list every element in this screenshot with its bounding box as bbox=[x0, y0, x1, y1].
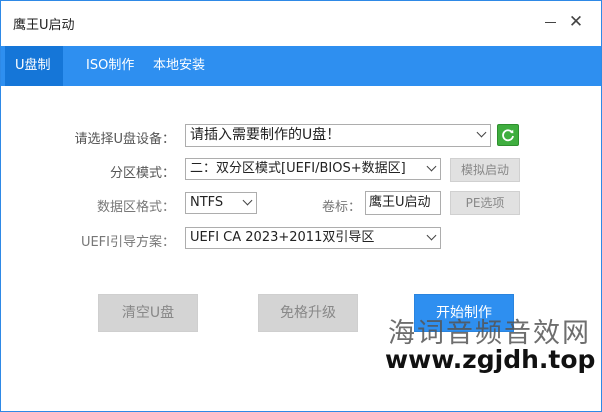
volume-label: 卷标： bbox=[321, 200, 361, 215]
clear-usb-button[interactable]: 清空U盘 bbox=[98, 294, 198, 332]
device-label: 请选择U盘设备： bbox=[74, 132, 175, 147]
uefi-label: UEFI引导方案： bbox=[80, 235, 175, 250]
refresh-button[interactable] bbox=[497, 124, 519, 146]
partition-select-value: 二：双分区模式[UEFI/BIOS+数据区] bbox=[190, 161, 406, 176]
app-window: 鹰王U启动 ✕ U盘制作 ISO制作 本地安装 请选择U盘设备： 请插入需要制作… bbox=[0, 0, 602, 412]
format-select-value: NTFS bbox=[190, 195, 224, 210]
chevron-down-icon bbox=[426, 230, 437, 241]
minimize-button[interactable] bbox=[539, 11, 561, 33]
minimize-icon bbox=[544, 22, 556, 23]
chevron-down-icon bbox=[426, 161, 437, 172]
simulate-boot-button[interactable]: 模拟启动 bbox=[450, 158, 520, 182]
chevron-down-icon bbox=[242, 195, 253, 206]
device-select-value: 请插入需要制作的U盘！ bbox=[190, 127, 341, 143]
tab-local-install[interactable]: 本地安装 bbox=[143, 46, 215, 86]
watermark-url: www.zgjdh.top bbox=[385, 345, 596, 374]
tab-bar: U盘制作 ISO制作 本地安装 bbox=[1, 46, 601, 113]
tab-iso-make[interactable]: ISO制作 bbox=[76, 46, 144, 86]
tab-usb-make[interactable]: U盘制作 bbox=[5, 46, 63, 113]
partition-select[interactable]: 二：双分区模式[UEFI/BIOS+数据区] bbox=[185, 158, 441, 180]
refresh-icon bbox=[502, 129, 514, 142]
close-button[interactable]: ✕ bbox=[565, 11, 587, 33]
close-icon: ✕ bbox=[568, 12, 584, 32]
uefi-select-value: UEFI CA 2023+2011双引导区 bbox=[190, 230, 375, 245]
volume-input-value: 鹰王U启动 bbox=[369, 195, 431, 210]
upgrade-button[interactable]: 免格升级 bbox=[258, 294, 358, 332]
partition-label: 分区模式： bbox=[109, 166, 175, 181]
pe-options-button[interactable]: PE选项 bbox=[450, 191, 520, 215]
format-label: 数据区格式： bbox=[96, 200, 175, 215]
title-bar: 鹰王U启动 ✕ bbox=[1, 1, 601, 46]
uefi-select[interactable]: UEFI CA 2023+2011双引导区 bbox=[185, 227, 441, 249]
format-select[interactable]: NTFS bbox=[185, 192, 257, 214]
device-select[interactable]: 请插入需要制作的U盘！ bbox=[185, 124, 491, 147]
volume-input[interactable]: 鹰王U启动 bbox=[365, 191, 441, 215]
window-title: 鹰王U启动 bbox=[13, 18, 75, 33]
chevron-down-icon bbox=[476, 127, 487, 138]
